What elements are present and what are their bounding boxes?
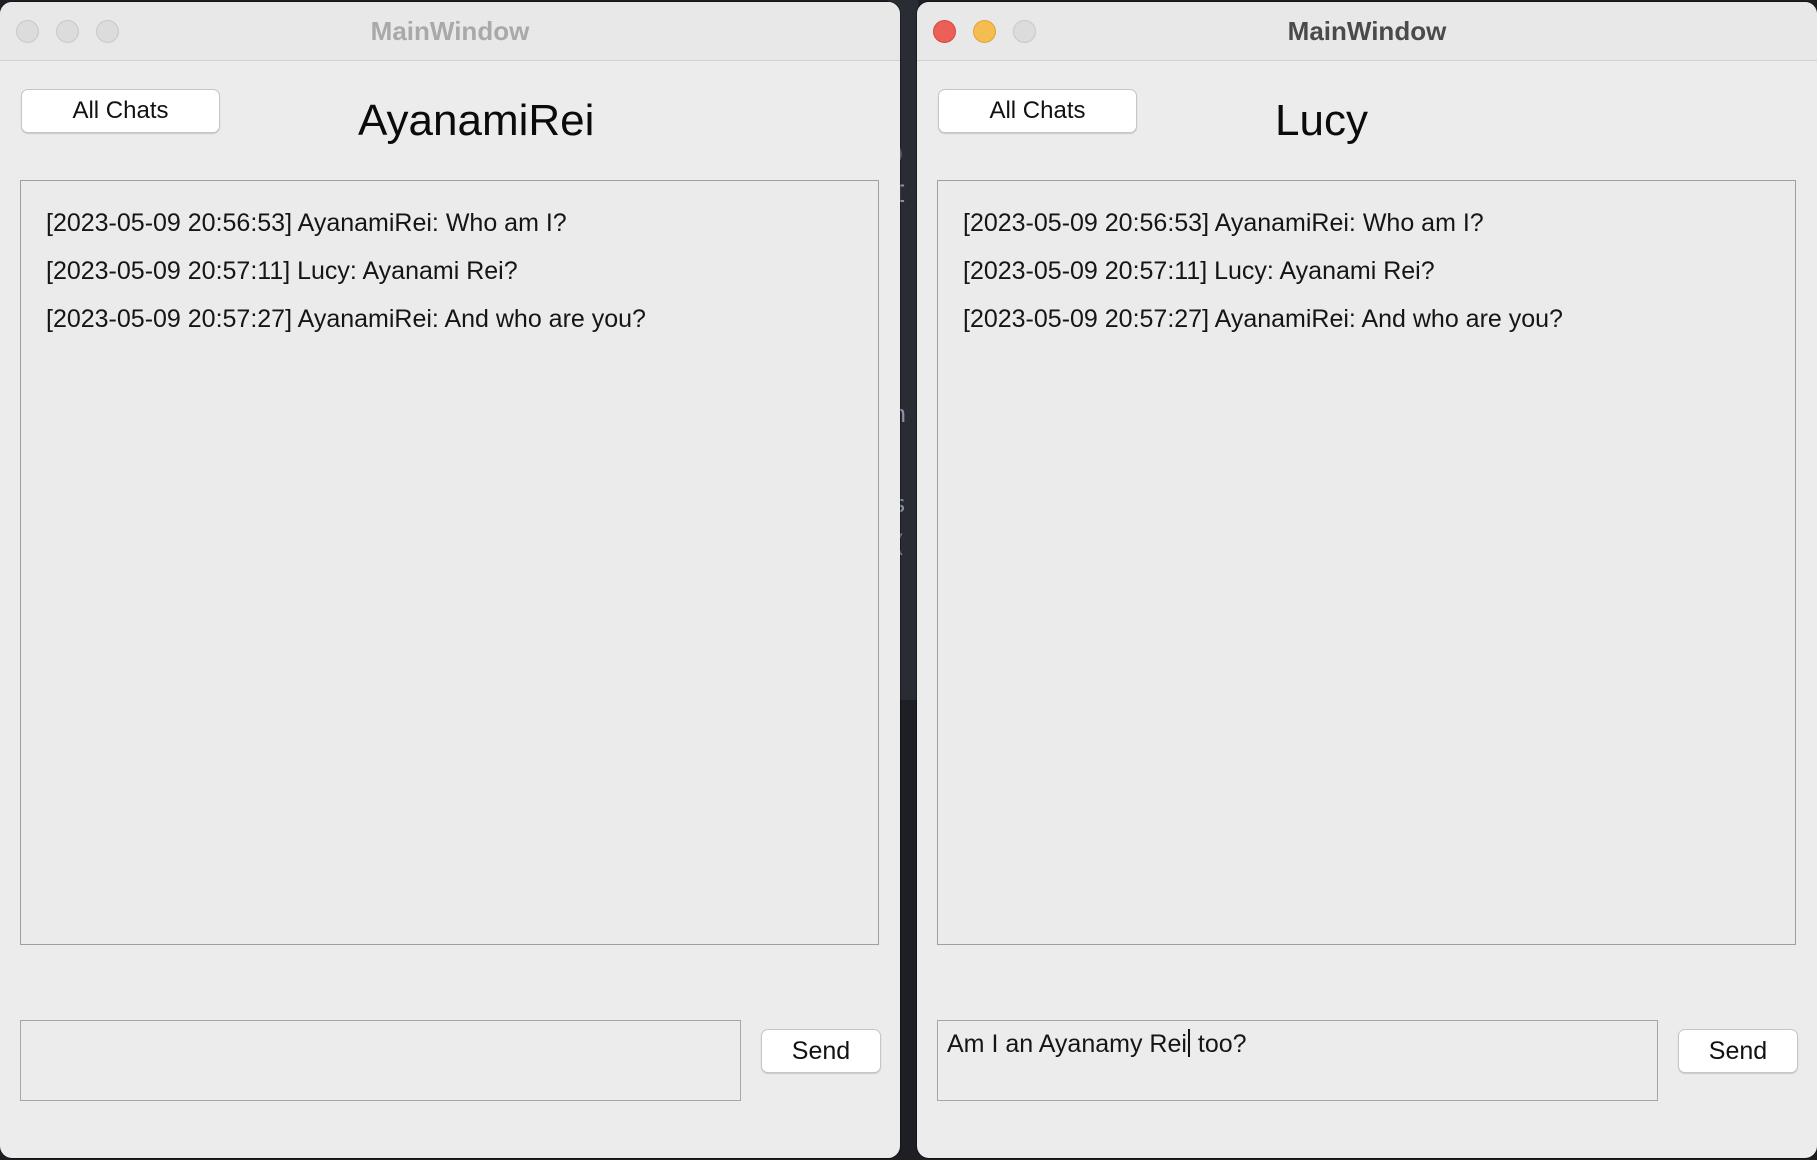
message-input[interactable]: [20, 1020, 741, 1101]
message-input-text: Am I an Ayanamy Rei: [947, 1030, 1187, 1058]
chat-message: [2023-05-09 20:57:11] Lucy: Ayanami Rei?: [46, 257, 518, 285]
send-button[interactable]: Send: [1678, 1029, 1798, 1073]
chat-message: [2023-05-09 20:56:53] AyanamiRei: Who am…: [963, 209, 1484, 237]
chat-title: Lucy: [1275, 96, 1368, 145]
message-input[interactable]: Am I an Ayanamy Rei too?: [937, 1020, 1658, 1101]
chat-window-ayanamirei: MainWindow All Chats AyanamiRei [2023-05…: [0, 2, 900, 1158]
text-cursor: [1187, 1029, 1190, 1057]
all-chats-button[interactable]: All Chats: [21, 89, 220, 133]
window-title: MainWindow: [1287, 16, 1447, 46]
chat-message: [2023-05-09 20:57:11] Lucy: Ayanami Rei?: [963, 257, 1435, 285]
chat-window-lucy: MainWindow All Chats Lucy [2023-05-09 20…: [917, 2, 1817, 1158]
chat-message: [2023-05-09 20:57:27] AyanamiRei: And wh…: [46, 305, 646, 333]
title-bar[interactable]: MainWindow: [0, 2, 900, 61]
chat-message: [2023-05-09 20:57:27] AyanamiRei: And wh…: [963, 305, 1563, 333]
window-title: MainWindow: [370, 16, 530, 46]
all-chats-button[interactable]: All Chats: [938, 89, 1137, 133]
chat-title: AyanamiRei: [358, 96, 595, 145]
send-button[interactable]: Send: [761, 1029, 881, 1073]
message-input-text-after-cursor: too?: [1190, 1030, 1247, 1058]
chat-history[interactable]: [2023-05-09 20:56:53] AyanamiRei: Who am…: [20, 180, 879, 945]
chat-message: [2023-05-09 20:56:53] AyanamiRei: Who am…: [46, 209, 567, 237]
chat-history[interactable]: [2023-05-09 20:56:53] AyanamiRei: Who am…: [937, 180, 1796, 945]
title-bar[interactable]: MainWindow: [917, 2, 1817, 61]
